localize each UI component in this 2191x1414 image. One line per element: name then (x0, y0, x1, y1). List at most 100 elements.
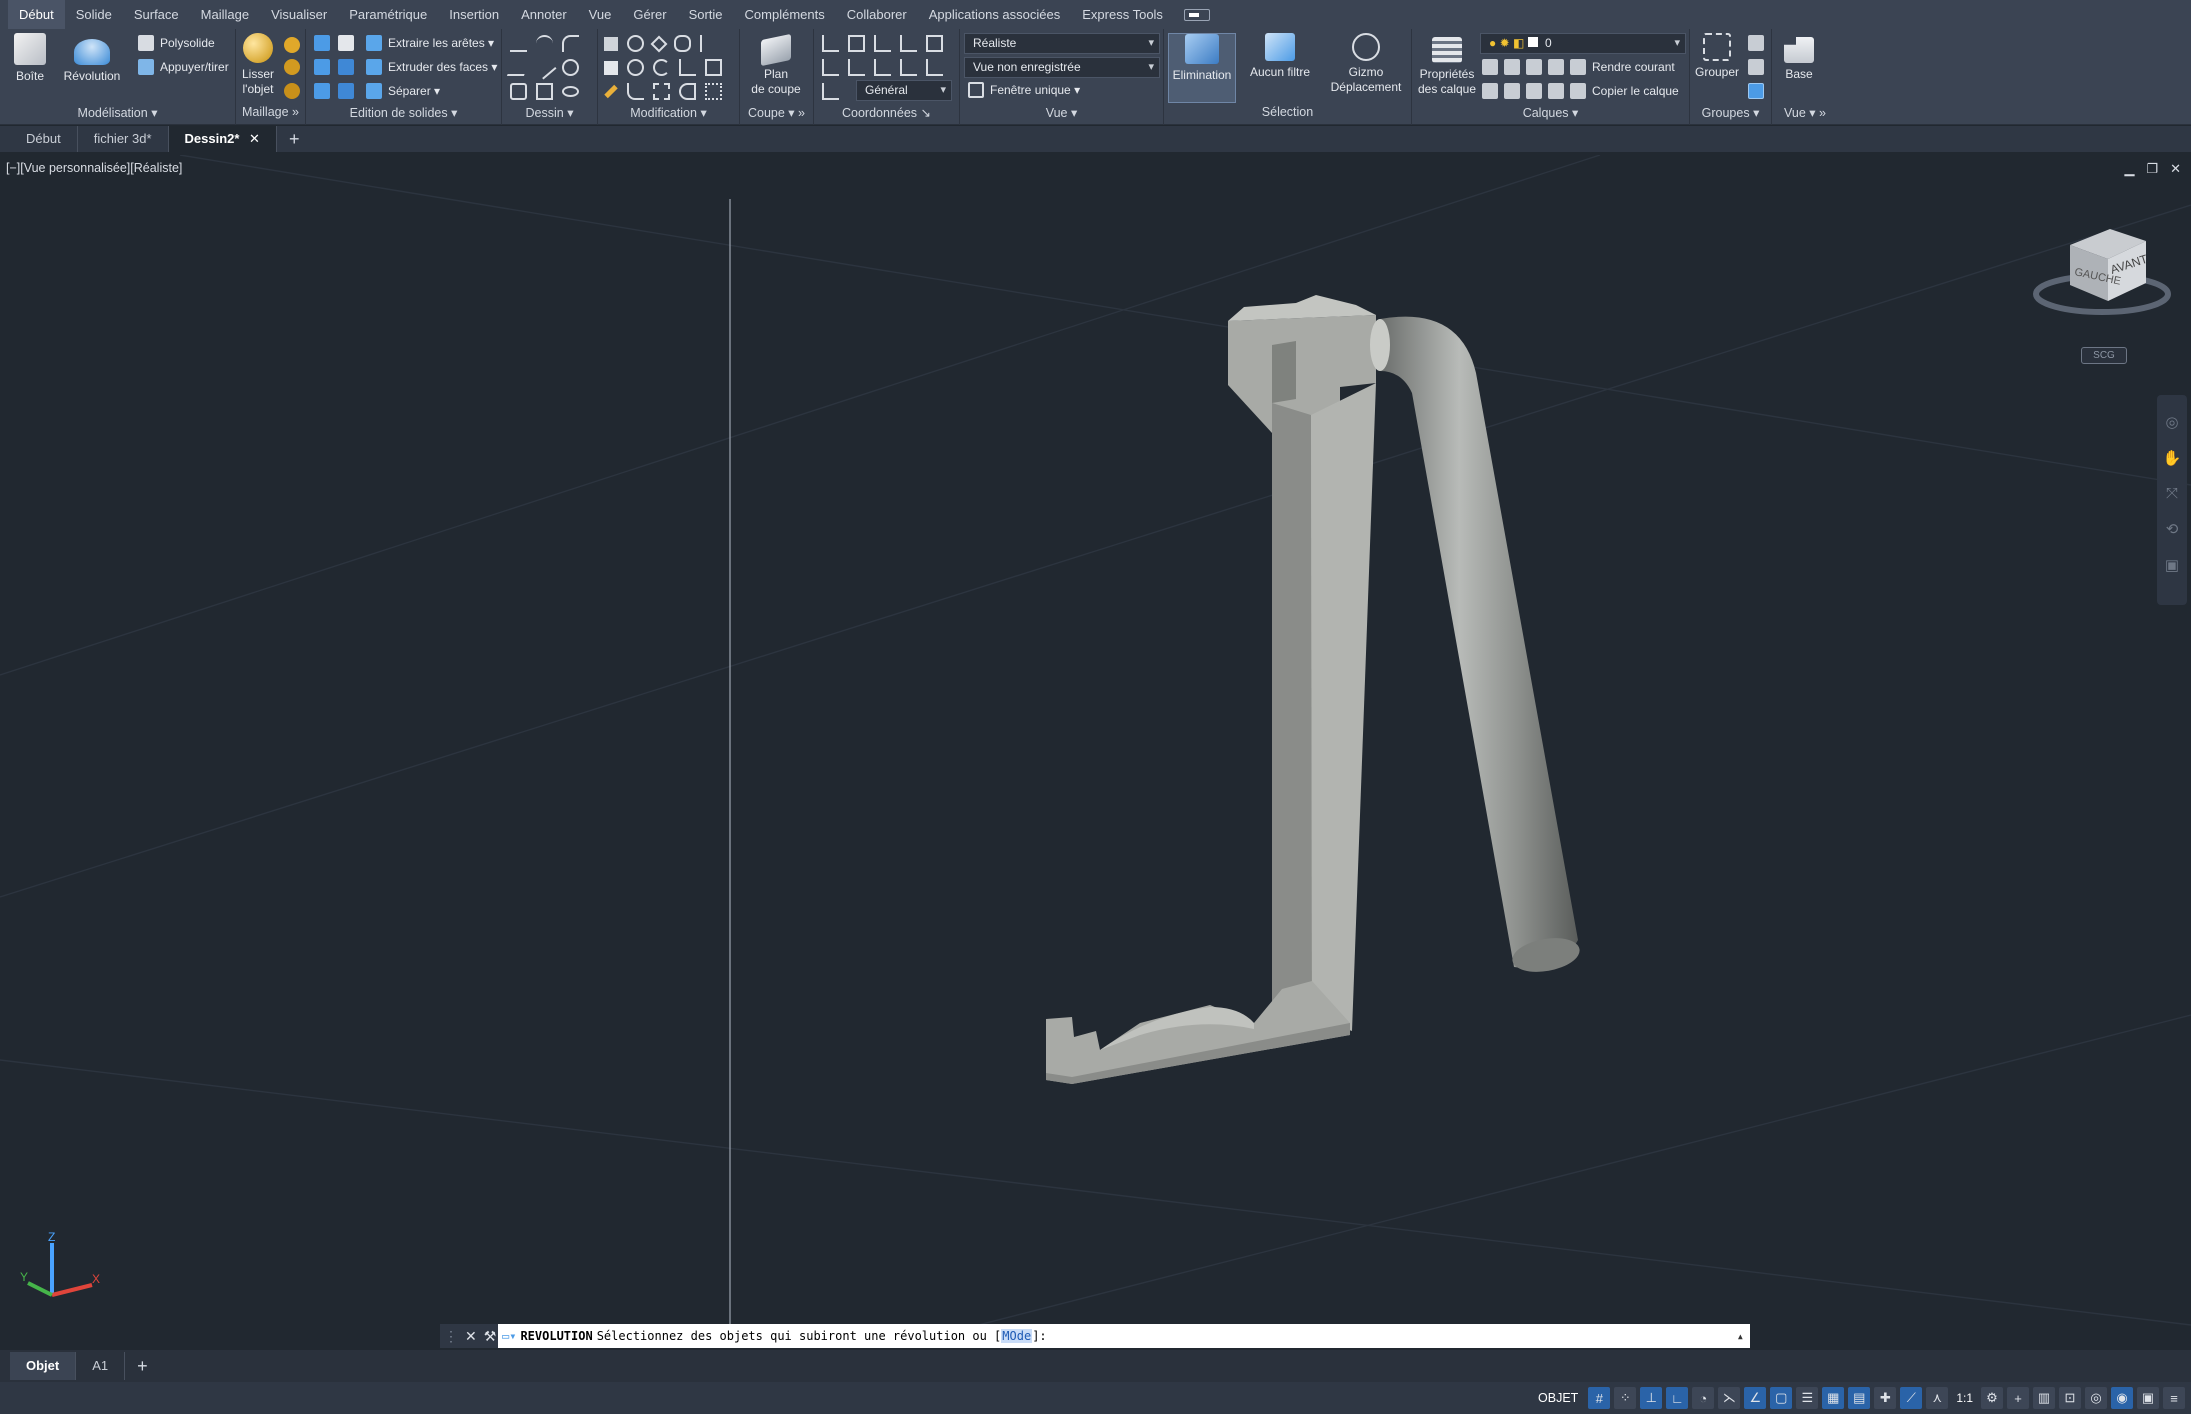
close-command-icon[interactable]: ✕ (465, 1328, 477, 1345)
gizmo-button[interactable]: Gizmo Déplacement (1324, 33, 1408, 95)
rectangle-icon[interactable] (536, 83, 553, 100)
orbit-icon[interactable]: ⟲ (2166, 520, 2179, 538)
menu-tab[interactable]: Surface (123, 0, 190, 29)
layer-properties-button[interactable]: Propriétés des calque (1412, 33, 1482, 97)
menu-tab[interactable]: Gérer (622, 0, 677, 29)
panel-title-coordonnees[interactable]: Coordonnées ↘ (814, 105, 959, 123)
panel-title-modification[interactable]: Modification ▾ (598, 105, 739, 123)
ribbon-toggle-icon[interactable] (1183, 8, 1210, 21)
copy-icon[interactable] (674, 35, 691, 52)
group-selection-icon[interactable] (1748, 83, 1764, 99)
steering-wheel-icon[interactable]: ◎ (2165, 413, 2178, 431)
panel-title-modelisation[interactable]: Modélisation ▾ (0, 105, 235, 123)
fillet-icon[interactable] (627, 83, 644, 100)
layout-tab[interactable]: Objet (10, 1352, 77, 1380)
explode-icon[interactable] (653, 83, 670, 100)
rotate3d-icon[interactable] (627, 59, 644, 76)
thicken-icon[interactable] (338, 83, 354, 99)
menu-tab[interactable]: Annoter (510, 0, 578, 29)
lisser-button[interactable]: Lisser l'objet (232, 33, 284, 97)
ucs-prev-icon[interactable] (822, 59, 839, 76)
menu-tab[interactable]: Solide (65, 0, 123, 29)
extraire-aretes-button[interactable]: Extraire les arêtes ▾ (366, 35, 494, 51)
viewport-config-button[interactable]: Fenêtre unique ▾ (968, 82, 1080, 98)
mesh-refine-icon[interactable] (284, 59, 300, 75)
customize-wrench-icon[interactable]: ⚒ (484, 1328, 497, 1345)
menu-tab[interactable]: Compléments (734, 0, 836, 29)
layer-lock-icon[interactable] (1548, 59, 1564, 75)
elimination-button[interactable]: Elimination (1168, 33, 1236, 103)
menu-tab[interactable]: Visualiser (260, 0, 338, 29)
solid-bracket[interactable] (1046, 295, 1376, 1084)
layer-combo[interactable]: ● ✹ ◧ 0 (1480, 33, 1686, 54)
ucs-combo[interactable]: Général (856, 80, 952, 101)
units-icon[interactable]: ▥ (2033, 1387, 2055, 1409)
object-snap-icon[interactable]: ▢ (1770, 1387, 1793, 1409)
ucs-icon[interactable] (822, 35, 839, 52)
workspace-gear-icon[interactable]: ⚙ (1981, 1387, 2003, 1409)
menu-tab[interactable]: Début (8, 0, 65, 29)
circle-icon[interactable] (562, 59, 579, 76)
view-cube[interactable]: GAUCHE AVANT (2033, 229, 2171, 315)
command-history-icon[interactable]: ▴ (1737, 1329, 1744, 1343)
lineweight-icon[interactable]: ☰ (1796, 1387, 1819, 1409)
hardware-acceleration-icon[interactable]: ◉ (2111, 1387, 2133, 1409)
ucs-world-icon[interactable] (926, 35, 943, 52)
command-option-mode[interactable]: MOde (1001, 1329, 1033, 1343)
annotation-visibility-icon[interactable]: ⋏ (1926, 1387, 1949, 1409)
close-icon[interactable]: ✕ (2170, 161, 2181, 177)
close-tab-icon[interactable]: ✕ (245, 131, 260, 146)
isodraft-icon[interactable]: ⋋ (1718, 1387, 1741, 1409)
boite-button[interactable]: Boîte (0, 33, 62, 84)
viewport-controls-label[interactable]: [−][Vue personnalisée][Réaliste] (6, 161, 182, 175)
erase-icon[interactable] (604, 84, 618, 99)
layer-isolate-icon[interactable] (1504, 59, 1520, 75)
layer-thaw-icon[interactable] (1526, 83, 1542, 99)
ucs-origin-icon[interactable] (900, 35, 917, 52)
spline-fit-icon[interactable] (506, 59, 531, 76)
intersect-icon[interactable] (314, 83, 330, 99)
panel-title-edition[interactable]: Edition de solides ▾ (306, 105, 501, 123)
minimize-icon[interactable]: ▁ (2124, 161, 2134, 177)
offset-icon[interactable] (679, 83, 696, 100)
ucs-x-icon[interactable] (848, 59, 865, 76)
3d-osnap-icon[interactable]: ✚ (1874, 1387, 1897, 1409)
grid-toggle-icon[interactable]: # (1588, 1387, 1611, 1409)
copier-calque-button[interactable]: Copier le calque (1592, 84, 1679, 98)
menu-tab[interactable]: Express Tools (1071, 0, 1174, 29)
menu-tab[interactable]: Collaborer (836, 0, 918, 29)
command-input[interactable]: ▭▾ REVOLUTION Sélectionnez des objets qu… (498, 1324, 1750, 1348)
ucs-named-icon[interactable] (848, 35, 865, 52)
menu-tab[interactable]: Vue (578, 0, 623, 29)
dynamic-ucs-icon[interactable]: ⟋ (1900, 1387, 1923, 1409)
panel-title-vue-base[interactable]: Vue ▾ » (1772, 105, 1838, 123)
layer-freeze-icon[interactable] (1526, 59, 1542, 75)
zoom-icon[interactable]: ⤧ (2166, 485, 2178, 502)
ortho-toggle-icon[interactable]: ∟ (1666, 1387, 1689, 1409)
move-icon[interactable] (650, 35, 668, 52)
isolate-objects-icon[interactable]: ◎ (2085, 1387, 2107, 1409)
panel-title-calques[interactable]: Calques ▾ (1412, 105, 1689, 123)
revolution-button[interactable]: Révolution (60, 33, 124, 84)
extruder-faces-button[interactable]: Extruder des faces ▾ (366, 59, 497, 75)
spline-icon[interactable] (536, 35, 553, 52)
line-icon[interactable] (532, 55, 557, 80)
menu-tab[interactable]: Paramétrique (338, 0, 438, 29)
panel-title-maillage[interactable]: Maillage » (236, 105, 305, 123)
solid-tube[interactable] (1370, 316, 1582, 977)
polar-tracking-icon[interactable]: ◔ (1692, 1387, 1715, 1409)
restore-icon[interactable]: ❐ (2146, 161, 2158, 177)
object-snap-tracking-icon[interactable]: ∠ (1744, 1387, 1767, 1409)
showmotion-icon[interactable]: ▣ (2165, 556, 2179, 574)
infer-constraints-icon[interactable]: ⊥ (1640, 1387, 1663, 1409)
layout-tab[interactable]: A1 (76, 1352, 126, 1380)
panel-title-selection[interactable]: Sélection (1164, 105, 1411, 123)
model-space-canvas[interactable]: GAUCHE AVANT Z X Y (0, 155, 2191, 1345)
union-icon[interactable] (314, 35, 330, 51)
mesh-crease-icon[interactable] (284, 83, 300, 99)
group-edit-icon[interactable] (1748, 59, 1764, 75)
trim-icon[interactable] (700, 35, 717, 52)
layer-match-icon[interactable] (1482, 83, 1498, 99)
grip-icon[interactable]: ⋮ (444, 1328, 458, 1345)
customization-menu-icon[interactable]: ≡ (2163, 1387, 2185, 1409)
